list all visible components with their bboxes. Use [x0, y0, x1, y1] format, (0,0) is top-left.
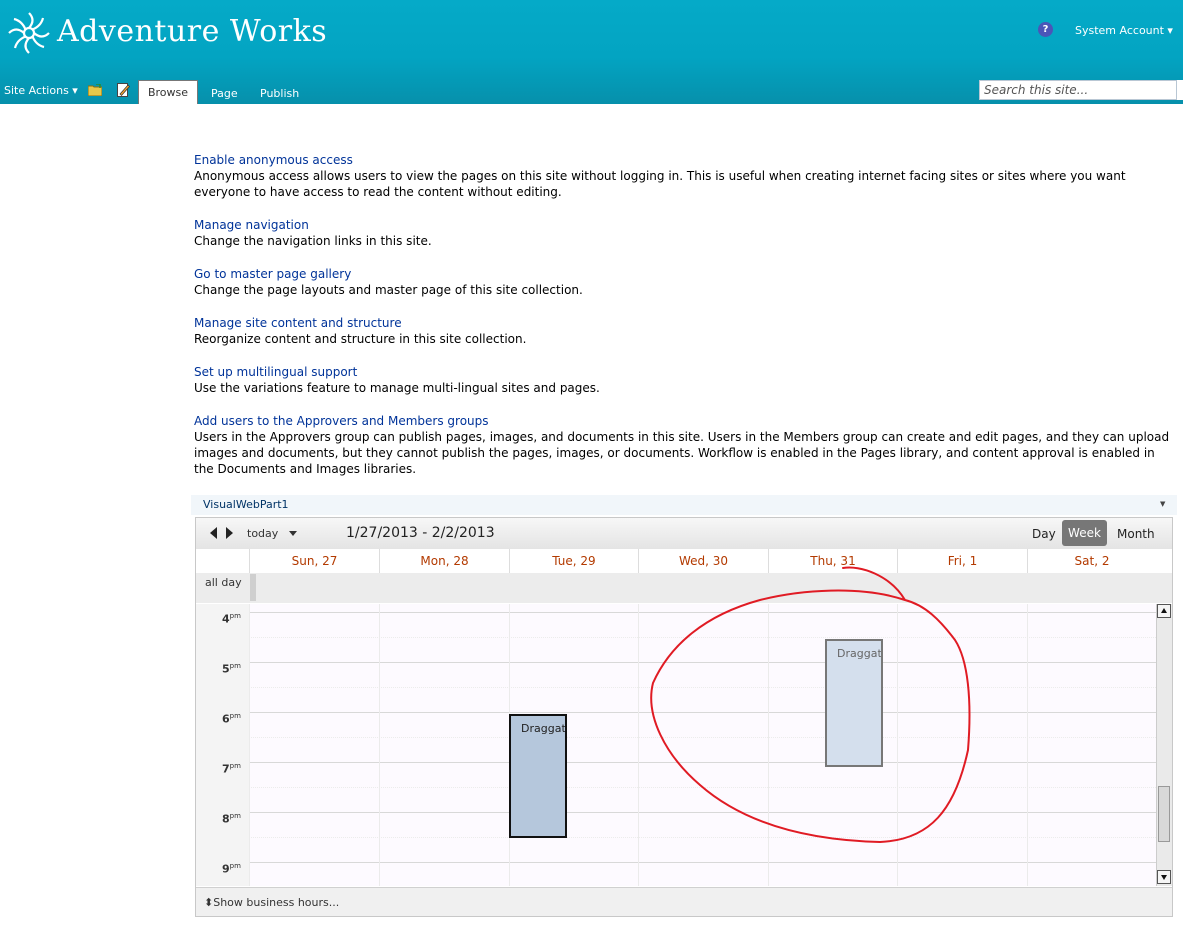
entry-description: Change the page layouts and master page … — [194, 283, 583, 297]
today-button[interactable]: today — [247, 527, 278, 540]
webpart-title: VisualWebPart1 — [203, 498, 289, 511]
site-actions-menu[interactable]: Site Actions ▾ — [4, 84, 78, 97]
day-column-line — [897, 604, 898, 886]
calendar-toolbar — [196, 518, 1172, 549]
webpart-title-bar — [191, 495, 1177, 515]
next-arrow-icon[interactable] — [226, 527, 233, 539]
day-column-line — [1027, 604, 1028, 886]
time-label: 8pm — [222, 812, 241, 826]
time-column — [196, 604, 249, 886]
vertical-scrollbar[interactable] — [1156, 604, 1172, 886]
day-column-line — [249, 604, 250, 886]
hour-line — [249, 862, 1156, 863]
day-column-line — [638, 604, 639, 886]
add-users-link[interactable]: Add users to the Approvers and Members g… — [194, 413, 1174, 429]
half-hour-line — [249, 687, 1156, 688]
day-header[interactable]: Sun, 27 — [249, 549, 379, 573]
all-day-marker — [250, 574, 256, 601]
site-title[interactable]: Adventure Works — [57, 14, 327, 49]
day-header[interactable]: Wed, 30 — [638, 549, 768, 573]
view-day-button[interactable]: Day — [1032, 527, 1056, 541]
entry-add-users: Add users to the Approvers and Members g… — [194, 413, 1174, 477]
date-range: 1/27/2013 - 2/2/2013 — [346, 525, 495, 541]
entry-description: Change the navigation links in this site… — [194, 234, 432, 248]
previous-arrow-icon[interactable] — [210, 527, 217, 539]
all-day-label: all day — [205, 576, 242, 589]
day-header[interactable]: Fri, 1 — [897, 549, 1027, 573]
scrollbar-thumb[interactable] — [1158, 786, 1170, 842]
search-button[interactable] — [1177, 80, 1183, 100]
tab-browse[interactable]: Browse — [138, 80, 198, 104]
time-label: 9pm — [222, 862, 241, 876]
entry-description: Users in the Approvers group can publish… — [194, 430, 1170, 476]
time-label: 5pm — [222, 662, 241, 676]
calendar-footer — [196, 887, 1172, 916]
search-input[interactable]: Search this site... — [979, 80, 1177, 100]
hour-line — [249, 712, 1156, 713]
entry-site-content: Manage site content and structure Reorga… — [194, 315, 1174, 347]
entry-master-page: Go to master page gallery Change the pag… — [194, 266, 1174, 298]
day-column-line — [768, 604, 769, 886]
manage-site-content-link[interactable]: Manage site content and structure — [194, 315, 1174, 331]
day-header[interactable]: Tue, 29 — [509, 549, 638, 573]
multilingual-support-link[interactable]: Set up multilingual support — [194, 364, 1174, 380]
edit-page-icon[interactable] — [117, 83, 130, 97]
scroll-up-arrow-icon[interactable] — [1157, 604, 1171, 618]
hour-line — [249, 812, 1156, 813]
half-hour-line — [249, 737, 1156, 738]
hour-line — [249, 612, 1156, 613]
show-business-hours-toggle[interactable]: ⬍Show business hours... — [204, 896, 339, 909]
show-business-hours-label: Show business hours... — [213, 896, 340, 909]
time-grid-background — [249, 604, 1156, 886]
entry-anonymous-access: Enable anonymous access Anonymous access… — [194, 152, 1174, 200]
view-month-button[interactable]: Month — [1117, 527, 1155, 541]
all-day-row[interactable] — [196, 573, 1172, 603]
webpart-menu-icon[interactable]: ▼ — [1160, 500, 1165, 508]
entry-description: Reorganize content and structure in this… — [194, 332, 527, 346]
today-dropdown-icon[interactable] — [289, 531, 297, 536]
scroll-down-arrow-icon[interactable] — [1157, 870, 1171, 884]
day-column-line — [379, 604, 380, 886]
enable-anonymous-access-link[interactable]: Enable anonymous access — [194, 152, 1174, 168]
hour-line — [249, 762, 1156, 763]
expand-arrows-icon: ⬍ — [204, 896, 214, 909]
adventure-works-logo-icon[interactable] — [8, 12, 50, 54]
time-label: 4pm — [222, 612, 241, 626]
time-label: 6pm — [222, 712, 241, 726]
time-label: 7pm — [222, 762, 241, 776]
help-icon[interactable]: ? — [1038, 22, 1053, 37]
day-headers: Sun, 27 Mon, 28 Tue, 29 Wed, 30 Thu, 31 … — [249, 549, 1156, 573]
entry-manage-navigation: Manage navigation Change the navigation … — [194, 217, 1174, 249]
folder-icon[interactable] — [88, 84, 102, 96]
entry-multilingual: Set up multilingual support Use the vari… — [194, 364, 1174, 396]
manage-navigation-link[interactable]: Manage navigation — [194, 217, 1174, 233]
entry-description: Use the variations feature to manage mul… — [194, 381, 600, 395]
calendar-event-dragging[interactable]: Draggat — [825, 639, 883, 767]
account-menu[interactable]: System Account ▾ — [1075, 24, 1173, 37]
entry-description: Anonymous access allows users to view th… — [194, 169, 1126, 199]
day-header[interactable]: Thu, 31 — [768, 549, 897, 573]
day-header[interactable]: Mon, 28 — [379, 549, 509, 573]
half-hour-line — [249, 637, 1156, 638]
half-hour-line — [249, 787, 1156, 788]
half-hour-line — [249, 837, 1156, 838]
calendar-event[interactable]: Draggat — [509, 714, 567, 838]
hour-line — [249, 662, 1156, 663]
master-page-gallery-link[interactable]: Go to master page gallery — [194, 266, 1174, 282]
day-header[interactable]: Sat, 2 — [1027, 549, 1156, 573]
tab-page[interactable]: Page — [211, 87, 238, 100]
view-week-button[interactable]: Week — [1062, 520, 1107, 546]
tab-publish[interactable]: Publish — [260, 87, 299, 100]
